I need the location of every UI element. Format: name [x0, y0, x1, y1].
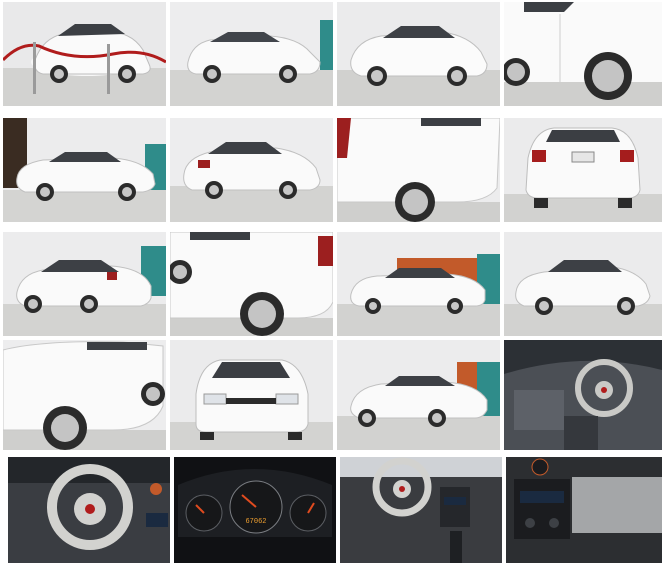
photo-5-image [3, 118, 166, 222]
photo-thumbnail-7[interactable]: white-sedan-rear-quarter-panel-close [337, 118, 500, 222]
photo-thumbnail-5[interactable]: white-sedan-side-profile [3, 118, 166, 222]
photo-2-image [170, 2, 333, 106]
photo-thumbnail-6[interactable]: white-sedan-rear-three-quarter [170, 118, 333, 222]
photo-11-image [337, 232, 500, 336]
photo-6-image [170, 118, 333, 222]
odometer-readout: 67062 [245, 518, 266, 526]
photo-10-image [170, 232, 333, 336]
photo-thumbnail-13[interactable]: white-sedan-front-door-wheel-close [3, 340, 166, 450]
photo-9-image [3, 232, 166, 336]
photo-7-image [337, 118, 500, 222]
photo-19-image [340, 457, 502, 563]
photo-thumbnail-20[interactable]: interior-center-stack-radio [506, 457, 662, 563]
photo-18-image: 67062 [174, 457, 336, 563]
photo-3-image [337, 2, 500, 106]
photo-16-image [504, 340, 662, 450]
photo-thumbnail-2[interactable]: white-sedan-front-three-quarter [170, 2, 333, 106]
photo-13-image [3, 340, 166, 450]
photo-thumbnail-1[interactable]: white-sedan-showroom-rope-barrier-front-… [3, 2, 166, 106]
photo-thumbnail-12[interactable]: white-sedan-front-three-quarter-right [504, 232, 662, 336]
photo-thumbnail-19[interactable]: interior-center-console-steering [340, 457, 502, 563]
photo-1-image [3, 2, 166, 106]
photo-15-image [337, 340, 500, 450]
photo-12-image [504, 232, 662, 336]
photo-8-image [504, 118, 662, 222]
photo-17-image [8, 457, 170, 563]
photo-gallery-grid: white-sedan-showroom-rope-barrier-front-… [0, 0, 662, 563]
photo-thumbnail-15[interactable]: white-sedan-side-profile-right [337, 340, 500, 450]
photo-20-image [506, 457, 662, 563]
photo-thumbnail-9[interactable]: white-sedan-rear-three-quarter-left [3, 232, 166, 336]
photo-thumbnail-10[interactable]: white-sedan-rear-door-wheel-close [170, 232, 333, 336]
photo-thumbnail-16[interactable]: interior-dashboard-steering-wheel [504, 340, 662, 450]
photo-thumbnail-3[interactable]: white-sedan-front-three-quarter-close [337, 2, 500, 106]
photo-thumbnail-18[interactable]: 67062 instrument-cluster-gauges [174, 457, 336, 563]
photo-4-image [504, 2, 662, 106]
photo-thumbnail-17[interactable]: interior-steering-wheel-close [8, 457, 170, 563]
photo-thumbnail-8[interactable]: white-sedan-rear-view [504, 118, 662, 222]
photo-thumbnail-14[interactable]: white-sedan-front-view [170, 340, 333, 450]
photo-14-image [170, 340, 333, 450]
photo-thumbnail-4[interactable]: white-sedan-side-panel-wheel-close [504, 2, 662, 106]
photo-thumbnail-11[interactable]: white-sedan-side-profile-wide [337, 232, 500, 336]
